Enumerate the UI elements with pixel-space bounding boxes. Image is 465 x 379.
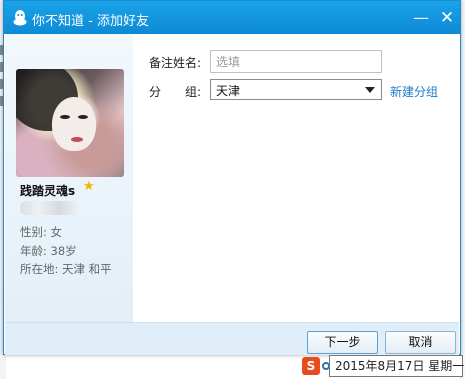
next-button[interactable]: 下一步 <box>307 331 378 354</box>
avatar-eye <box>78 115 88 119</box>
new-group-link[interactable]: 新建分组 <box>390 83 438 100</box>
dropdown-arrow-icon <box>365 87 375 93</box>
group-label-part1: 分 <box>149 85 162 99</box>
group-select[interactable]: 天津 <box>210 79 382 100</box>
sogou-ime-icon[interactable]: S <box>302 357 320 375</box>
group-label-part2: 组: <box>185 85 202 99</box>
window-title: 你不知道 - 添加好友 <box>32 14 149 29</box>
avatar-eye <box>60 115 70 119</box>
group-label: 分 组: <box>149 83 201 100</box>
profile-location: 所在地: 天津 和平 <box>20 262 112 276</box>
dialog-footer: 下一步 取消 <box>5 322 459 355</box>
close-button[interactable]: ✕ <box>436 7 458 29</box>
cancel-button[interactable]: 取消 <box>385 331 456 354</box>
title-bar[interactable]: 你不知道 - 添加好友 — ✕ <box>4 1 460 34</box>
remark-name-label: 备注姓名: <box>149 56 202 70</box>
add-friend-dialog: 你不知道 - 添加好友 — ✕ 践踏灵魂s ★ 性别: 女 年龄: 38岁 所在… <box>3 0 461 355</box>
profile-gender: 性别: 女 <box>20 225 63 239</box>
profile-age: 年龄: 38岁 <box>20 244 77 258</box>
avatar-face <box>52 97 96 151</box>
blurred-account-number <box>20 201 78 215</box>
avatar <box>16 69 124 177</box>
star-icon: ★ <box>83 179 95 194</box>
avatar-lips <box>71 137 83 142</box>
remark-name-input[interactable] <box>210 50 382 73</box>
group-selected-value: 天津 <box>216 84 241 98</box>
qq-penguin-icon <box>13 10 27 26</box>
date-tooltip: 2015年8月17日 星期一 <box>329 355 464 377</box>
minimize-button[interactable]: — <box>410 7 432 29</box>
profile-panel: 践踏灵魂s ★ 性别: 女 年龄: 38岁 所在地: 天津 和平 <box>5 34 133 322</box>
friend-nickname: 践踏灵魂s <box>20 184 76 198</box>
